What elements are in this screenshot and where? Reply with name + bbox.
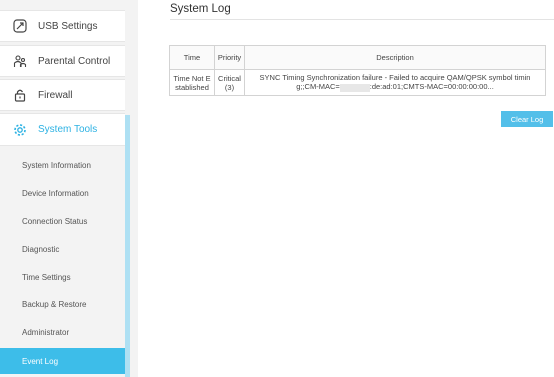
column-header-description: Description — [244, 45, 546, 70]
sidebar-item-label: Firewall — [38, 89, 73, 101]
sidebar-subitem-administrator[interactable]: Administrator — [0, 319, 125, 345]
clear-log-button[interactable]: Clear Log — [501, 111, 553, 127]
sidebar-subitem-device-information[interactable]: Device Information — [0, 180, 125, 206]
sidebar-subitem-system-information[interactable]: System Information — [0, 152, 125, 178]
lock-icon — [13, 88, 27, 102]
usb-settings-icon — [13, 19, 27, 33]
gear-icon — [13, 123, 27, 137]
column-header-priority: Priority — [214, 45, 245, 70]
sidebar: USB Settings Parental Control Firewall S… — [0, 0, 138, 377]
log-description-cell: SYNC Timing Synchronization failure - Fa… — [244, 69, 546, 96]
sidebar-item-label: Parental Control — [38, 55, 111, 67]
title-divider — [170, 19, 554, 20]
priority-level: (3) — [224, 82, 235, 92]
table-header-row: Time Priority Description — [169, 45, 546, 70]
system-log-table: Time Priority Description Time Not Estab… — [169, 45, 546, 96]
description-line1: SYNC Timing Synchronization failure - Fa… — [259, 73, 531, 83]
priority-label: Critical — [218, 73, 241, 83]
column-header-time: Time — [169, 45, 215, 70]
log-time-cell: Time Not Established — [169, 69, 215, 96]
table-row: Time Not Established Critical (3) SYNC T… — [169, 69, 546, 96]
description-line2-suffix: :de:ad:01;CMTS-MAC=00:00:00:00... — [369, 82, 494, 92]
sidebar-divider — [125, 115, 130, 377]
sidebar-item-usb-settings[interactable]: USB Settings — [0, 10, 125, 42]
sidebar-subitem-diagnostic[interactable]: Diagnostic — [0, 236, 125, 262]
sidebar-subitem-event-log[interactable]: Event Log — [0, 348, 125, 374]
sidebar-subitem-backup-restore[interactable]: Backup & Restore — [0, 291, 125, 317]
log-priority-cell: Critical (3) — [214, 69, 245, 96]
sidebar-item-system-tools[interactable]: System Tools — [0, 113, 125, 146]
sidebar-item-parental-control[interactable]: Parental Control — [0, 45, 125, 77]
description-line2-prefix: g;;CM-MAC= — [296, 82, 340, 92]
sidebar-subitem-time-settings[interactable]: Time Settings — [0, 264, 125, 290]
sidebar-item-label: System Tools — [38, 124, 98, 135]
sidebar-item-label: USB Settings — [38, 20, 98, 32]
redacted-mac-mask — [339, 83, 370, 92]
sidebar-item-firewall[interactable]: Firewall — [0, 79, 125, 111]
parental-control-icon — [13, 54, 27, 68]
sidebar-subitem-connection-status[interactable]: Connection Status — [0, 208, 125, 234]
page-title: System Log — [170, 3, 231, 15]
